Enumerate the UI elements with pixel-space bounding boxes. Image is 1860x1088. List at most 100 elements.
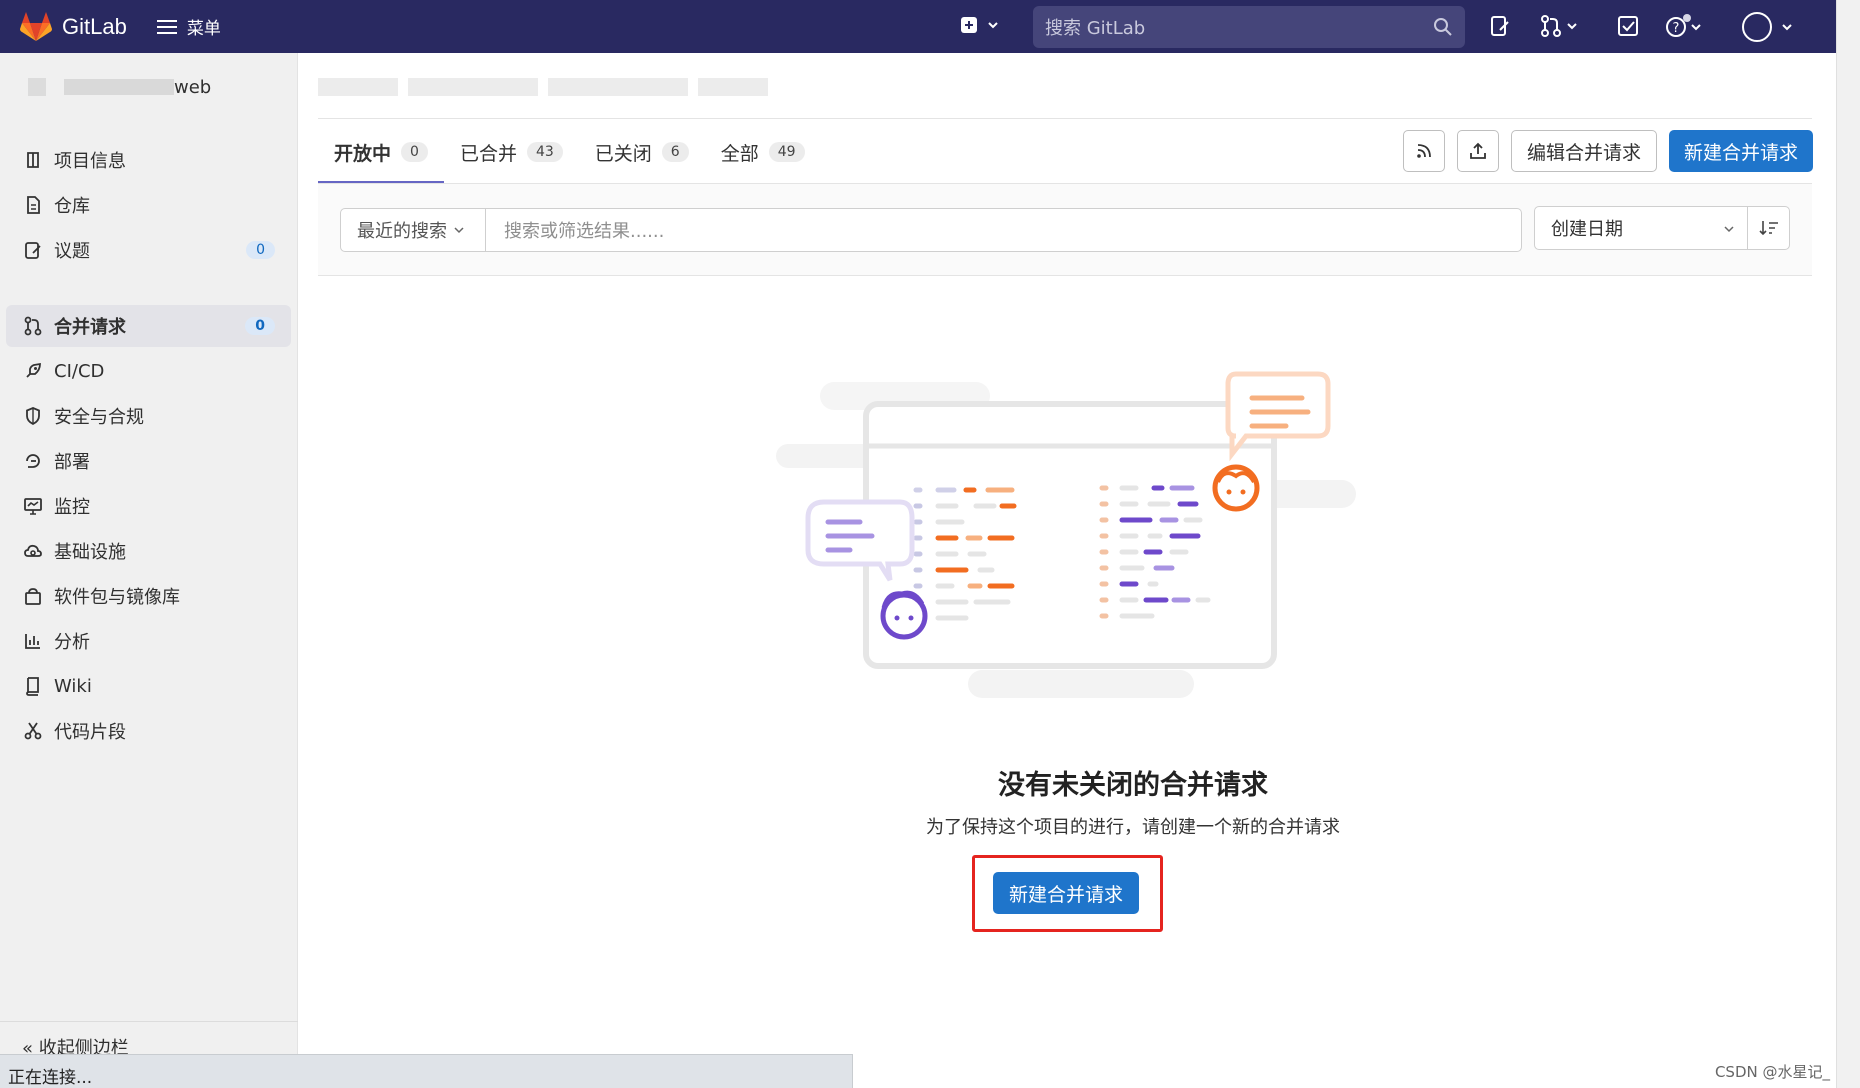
csdn-watermark: CSDN @水星记_ xyxy=(1714,1063,1830,1081)
tab-merged[interactable]: 已合并 43 xyxy=(444,120,579,184)
document-icon xyxy=(22,194,44,216)
package-icon xyxy=(22,585,44,607)
merge-requests-nav-icon[interactable] xyxy=(1540,14,1580,38)
bulk-edit-button[interactable]: 编辑合并请求 xyxy=(1511,130,1657,172)
user-menu-chevron-icon[interactable] xyxy=(1780,20,1794,34)
breadcrumb-redacted-4 xyxy=(698,78,768,96)
tab-all[interactable]: 全部 49 xyxy=(705,120,821,184)
sidebar-item-repository[interactable]: 仓库 xyxy=(6,184,291,226)
issues-icon xyxy=(22,239,44,261)
rocket-icon xyxy=(22,360,44,382)
tab-count-badge: 0 xyxy=(401,142,428,162)
user-avatar[interactable] xyxy=(1742,12,1772,42)
upload-icon xyxy=(1470,142,1486,159)
project-info-icon xyxy=(22,149,44,171)
rss-button[interactable] xyxy=(1403,130,1445,172)
sidebar-item-label: 基础设施 xyxy=(54,542,126,563)
shield-icon xyxy=(22,405,44,427)
merge-requests-count-badge: 0 xyxy=(245,317,275,335)
sort-lowest-icon xyxy=(1758,221,1778,236)
project-name-redacted xyxy=(64,79,174,95)
breadcrumb xyxy=(318,78,768,96)
sidebar-item-label: 合并请求 xyxy=(54,317,126,338)
merge-request-icon xyxy=(22,315,44,337)
sidebar-item-label: 议题 xyxy=(54,241,90,262)
top-navbar: GitLab 菜单 搜索 GitLab ? xyxy=(0,0,1836,53)
tab-label: 开放中 xyxy=(334,142,392,165)
tab-closed[interactable]: 已关闭 6 xyxy=(579,120,705,184)
project-sidebar: web 项目信息 仓库 议题 0 合并请求 0 CI/CD 安全与合规 部署 监… xyxy=(0,53,298,1088)
scissors-icon xyxy=(22,720,44,742)
chart-icon xyxy=(22,630,44,652)
breadcrumb-redacted-3[interactable] xyxy=(548,78,688,96)
search-icon xyxy=(1434,18,1452,36)
sidebar-item-ci-cd[interactable]: CI/CD xyxy=(6,350,291,392)
project-avatar xyxy=(28,78,46,96)
filtered-search-input[interactable]: 搜索或筛选结果...... xyxy=(486,208,1522,252)
empty-state-description: 为了保持这个项目的进行，请创建一个新的合并请求 xyxy=(926,817,1340,838)
sidebar-item-infrastructure[interactable]: 基础设施 xyxy=(6,530,291,572)
empty-state-new-merge-request-button[interactable]: 新建合并请求 xyxy=(993,872,1139,914)
sidebar-item-label: 部署 xyxy=(54,452,90,473)
book-icon xyxy=(22,675,44,697)
global-search-input[interactable]: 搜索 GitLab xyxy=(1033,6,1465,48)
sidebar-item-label: 安全与合规 xyxy=(54,407,144,428)
rss-icon xyxy=(1417,144,1431,158)
recent-searches-dropdown[interactable]: 最近的搜索 xyxy=(340,208,486,252)
chevron-down-icon xyxy=(1724,226,1734,233)
merge-request-state-tabs: 开放中 0 已合并 43 已关闭 6 全部 49 xyxy=(318,120,821,184)
cloud-gear-icon xyxy=(22,540,44,562)
menu-button[interactable]: 菜单 xyxy=(156,14,221,39)
hamburger-icon xyxy=(156,19,177,34)
sidebar-item-label: 监控 xyxy=(54,497,90,518)
monitor-icon xyxy=(22,495,44,517)
filter-placeholder: 搜索或筛选结果...... xyxy=(504,221,665,242)
sidebar-item-monitor[interactable]: 监控 xyxy=(6,485,291,527)
sort-field-dropdown[interactable]: 创建日期 xyxy=(1534,206,1748,250)
breadcrumb-redacted-2[interactable] xyxy=(408,78,538,96)
gitlab-tanuki-icon xyxy=(20,11,52,41)
search-placeholder: 搜索 GitLab xyxy=(1045,18,1146,39)
sidebar-item-label: 软件包与镜像库 xyxy=(54,587,180,608)
sidebar-item-security-compliance[interactable]: 安全与合规 xyxy=(6,395,291,437)
browser-status-bar: 正在连接... xyxy=(0,1054,853,1088)
help-icon[interactable]: ? xyxy=(1664,14,1710,40)
tab-count-badge: 43 xyxy=(526,142,563,162)
sidebar-item-snippets[interactable]: 代码片段 xyxy=(6,710,291,752)
page-scrollbar[interactable] xyxy=(1836,0,1860,1088)
sidebar-item-wiki[interactable]: Wiki xyxy=(6,665,291,707)
chevron-down-icon xyxy=(454,227,464,234)
sidebar-item-project-info[interactable]: 项目信息 xyxy=(6,139,291,181)
breadcrumb-redacted-1[interactable] xyxy=(318,78,398,96)
tab-label: 已合并 xyxy=(459,142,517,165)
issues-nav-icon[interactable] xyxy=(1489,14,1511,38)
sidebar-item-packages-registries[interactable]: 软件包与镜像库 xyxy=(6,575,291,617)
sidebar-item-analytics[interactable]: 分析 xyxy=(6,620,291,662)
sidebar-item-label: CI/CD xyxy=(54,360,105,382)
new-merge-request-button[interactable]: 新建合并请求 xyxy=(1669,130,1813,172)
project-header[interactable]: web xyxy=(0,53,297,121)
sidebar-item-deployments[interactable]: 部署 xyxy=(6,440,291,482)
recent-searches-label: 最近的搜索 xyxy=(357,221,447,242)
breadcrumb-divider xyxy=(318,118,1812,119)
sort-direction-button[interactable] xyxy=(1747,206,1790,250)
gitlab-logo[interactable]: GitLab xyxy=(20,11,127,42)
empty-state-illustration xyxy=(776,371,1356,698)
export-button[interactable] xyxy=(1457,130,1499,172)
tab-count-badge: 49 xyxy=(768,142,805,162)
menu-label: 菜单 xyxy=(186,19,221,39)
sidebar-item-merge-requests[interactable]: 合并请求 0 xyxy=(6,305,291,347)
sidebar-item-label: 项目信息 xyxy=(54,151,126,172)
todo-check-icon[interactable] xyxy=(1617,14,1639,38)
sidebar-item-label: 仓库 xyxy=(54,196,90,217)
sort-field-label: 创建日期 xyxy=(1551,219,1623,240)
tab-count-badge: 6 xyxy=(661,142,689,162)
create-new-button[interactable] xyxy=(960,16,1000,34)
project-name-suffix: web xyxy=(174,76,212,98)
sidebar-item-label: 代码片段 xyxy=(54,722,126,743)
logo-text: GitLab xyxy=(62,13,127,39)
chevron-down-icon xyxy=(988,22,998,29)
empty-state-title: 没有未关闭的合并请求 xyxy=(998,770,1268,801)
tab-opened[interactable]: 开放中 0 xyxy=(318,120,444,184)
sidebar-item-issues[interactable]: 议题 0 xyxy=(6,229,291,271)
